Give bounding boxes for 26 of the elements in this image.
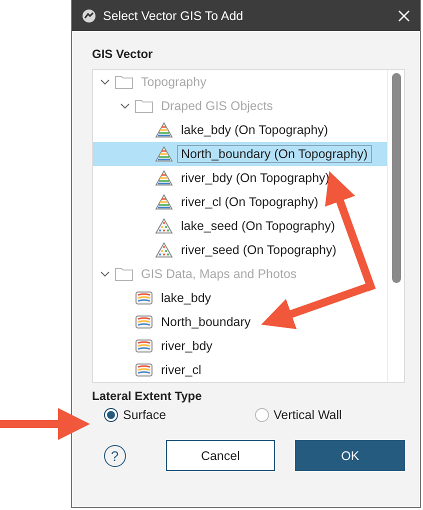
map-layers-icon — [135, 314, 153, 330]
folder-icon — [135, 99, 153, 113]
layered-pyramid-icon — [155, 218, 173, 234]
close-icon[interactable] — [398, 10, 410, 22]
folder-icon — [115, 267, 133, 281]
layered-pyramid-icon — [155, 146, 173, 162]
map-layers-icon — [135, 338, 153, 354]
radio-button[interactable] — [254, 408, 268, 422]
map-layers-icon — [135, 362, 153, 378]
cancel-button[interactable]: Cancel — [166, 440, 276, 471]
radio-label[interactable]: Surface — [123, 408, 166, 422]
map-layers-icon — [135, 290, 153, 306]
section-label: GIS Vector — [92, 47, 154, 61]
window-title: Select Vector GIS To Add — [103, 8, 244, 22]
layered-pyramid-icon — [155, 170, 173, 186]
layered-pyramid-icon — [155, 242, 173, 258]
layered-pyramid-icon — [155, 122, 173, 138]
radio-button[interactable] — [104, 408, 118, 422]
section-label: Lateral Extent Type — [92, 389, 203, 403]
folder-icon — [115, 75, 133, 89]
layered-pyramid-icon — [155, 194, 173, 210]
help-button[interactable]: ? — [104, 444, 126, 466]
app-logo-icon — [82, 8, 96, 22]
ok-button[interactable]: OK — [295, 440, 405, 471]
scrollbar-thumb[interactable] — [392, 73, 400, 283]
radio-label[interactable]: Vertical Wall — [274, 408, 342, 422]
